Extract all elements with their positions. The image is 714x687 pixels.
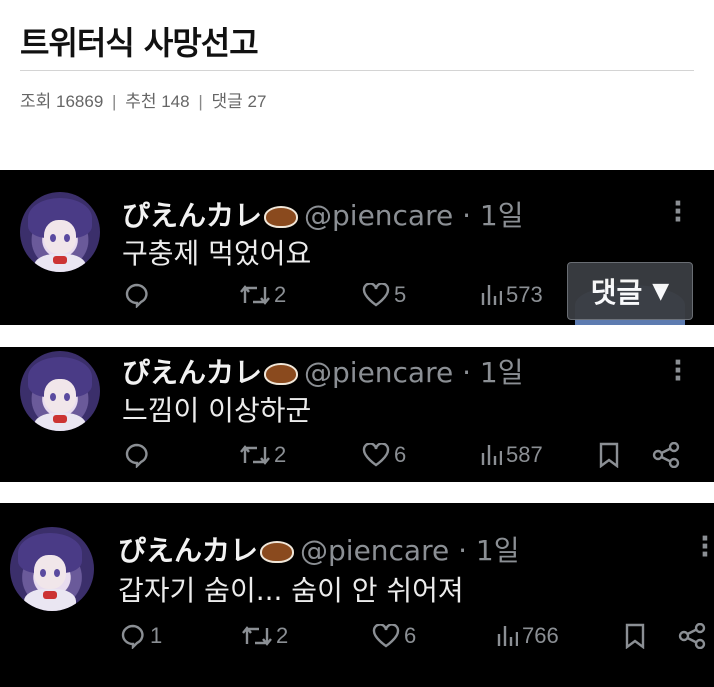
views-label: 조회 (20, 92, 52, 111)
heart-icon (372, 624, 400, 648)
reply-icon (121, 624, 144, 649)
more-icon[interactable]: · · · (700, 526, 710, 568)
comment-jump-button[interactable]: 댓글 ▼ (567, 262, 693, 320)
display-name: ぴえんカレ (118, 534, 259, 567)
post-meta: 조회 16869 | 추천 148 | 댓글 27 (20, 87, 266, 112)
views-icon (481, 285, 502, 305)
views-button[interactable]: 573 (480, 282, 543, 308)
avatar (10, 527, 94, 611)
retweet-icon (240, 445, 270, 465)
tweet-author: ぴえんカレ @piencare · 1일 (122, 194, 524, 234)
share-icon (652, 442, 680, 468)
handle-and-time: @piencare · 1일 (304, 199, 524, 232)
like-button[interactable]: 6 (372, 623, 416, 649)
tweet-screenshot-3: ぴえんカレ @piencare · 1일 · · · 갑자기 숨이... 숨이 안 쉬… (0, 503, 714, 687)
share-icon (678, 623, 706, 649)
share-button[interactable] (652, 442, 680, 468)
retweet-icon (242, 626, 272, 646)
reply-button[interactable] (124, 282, 154, 308)
like-button[interactable]: 6 (362, 442, 406, 468)
meta-separator: | (198, 92, 203, 111)
tweet-actions: 2 6 587 (0, 442, 714, 482)
reply-button[interactable] (124, 442, 154, 468)
reply-button[interactable]: 1 (120, 623, 162, 649)
display-name: ぴえんカレ (122, 356, 263, 389)
curry-emoji-icon (264, 363, 299, 385)
comments-label: 댓글 (211, 92, 243, 111)
retweet-button[interactable]: 2 (240, 282, 286, 308)
display-name: ぴえんカレ (122, 199, 263, 232)
reply-icon (125, 443, 148, 468)
views-count: 16869 (56, 92, 104, 111)
share-button[interactable] (678, 623, 706, 649)
tweet-text: 느낌이 이상하군 (122, 394, 312, 427)
tweet-author: ぴえんカレ @piencare · 1일 (122, 351, 524, 391)
curry-emoji-icon (260, 541, 295, 563)
heart-icon (362, 283, 390, 307)
views-icon (481, 445, 502, 465)
bookmark-icon (599, 442, 619, 468)
tweet-text: 구충제 먹었어요 (122, 237, 312, 270)
handle-and-time: @piencare · 1일 (304, 356, 524, 389)
avatar (20, 351, 100, 431)
recommend-label: 추천 (125, 92, 157, 111)
more-icon[interactable]: · · · (673, 191, 683, 233)
retweet-icon (240, 285, 270, 305)
reply-icon (125, 283, 148, 308)
retweet-button[interactable]: 2 (240, 442, 286, 468)
recommend-count: 148 (161, 92, 190, 111)
tweet-screenshot-2: ぴえんカレ @piencare · 1일 · · · 느낌이 이상하군 2 6 587 (0, 347, 714, 482)
more-icon[interactable]: · · · (673, 350, 683, 392)
avatar (20, 192, 100, 272)
bookmark-icon (625, 623, 645, 649)
heart-icon (362, 443, 390, 467)
views-icon (497, 626, 518, 646)
views-button[interactable]: 766 (496, 623, 559, 649)
bookmark-button[interactable] (598, 442, 620, 468)
tweet-text: 갑자기 숨이... 숨이 안 쉬어져 (118, 574, 464, 607)
bookmark-button[interactable] (624, 623, 646, 649)
retweet-button[interactable]: 2 (242, 623, 288, 649)
chevron-down-icon: ▼ (652, 278, 670, 304)
curry-emoji-icon (264, 206, 299, 228)
tweet-author: ぴえんカレ @piencare · 1일 (118, 529, 520, 569)
handle-and-time: @piencare · 1일 (300, 534, 520, 567)
comments-count: 27 (247, 92, 267, 111)
title-divider (20, 70, 694, 71)
meta-separator: | (112, 92, 117, 111)
post-title: 트위터식 사망선고 (20, 24, 259, 62)
views-button[interactable]: 587 (480, 442, 543, 468)
comment-jump-label: 댓글 (590, 276, 643, 309)
like-button[interactable]: 5 (362, 282, 406, 308)
tweet-actions: 1 2 6 766 (0, 623, 714, 663)
